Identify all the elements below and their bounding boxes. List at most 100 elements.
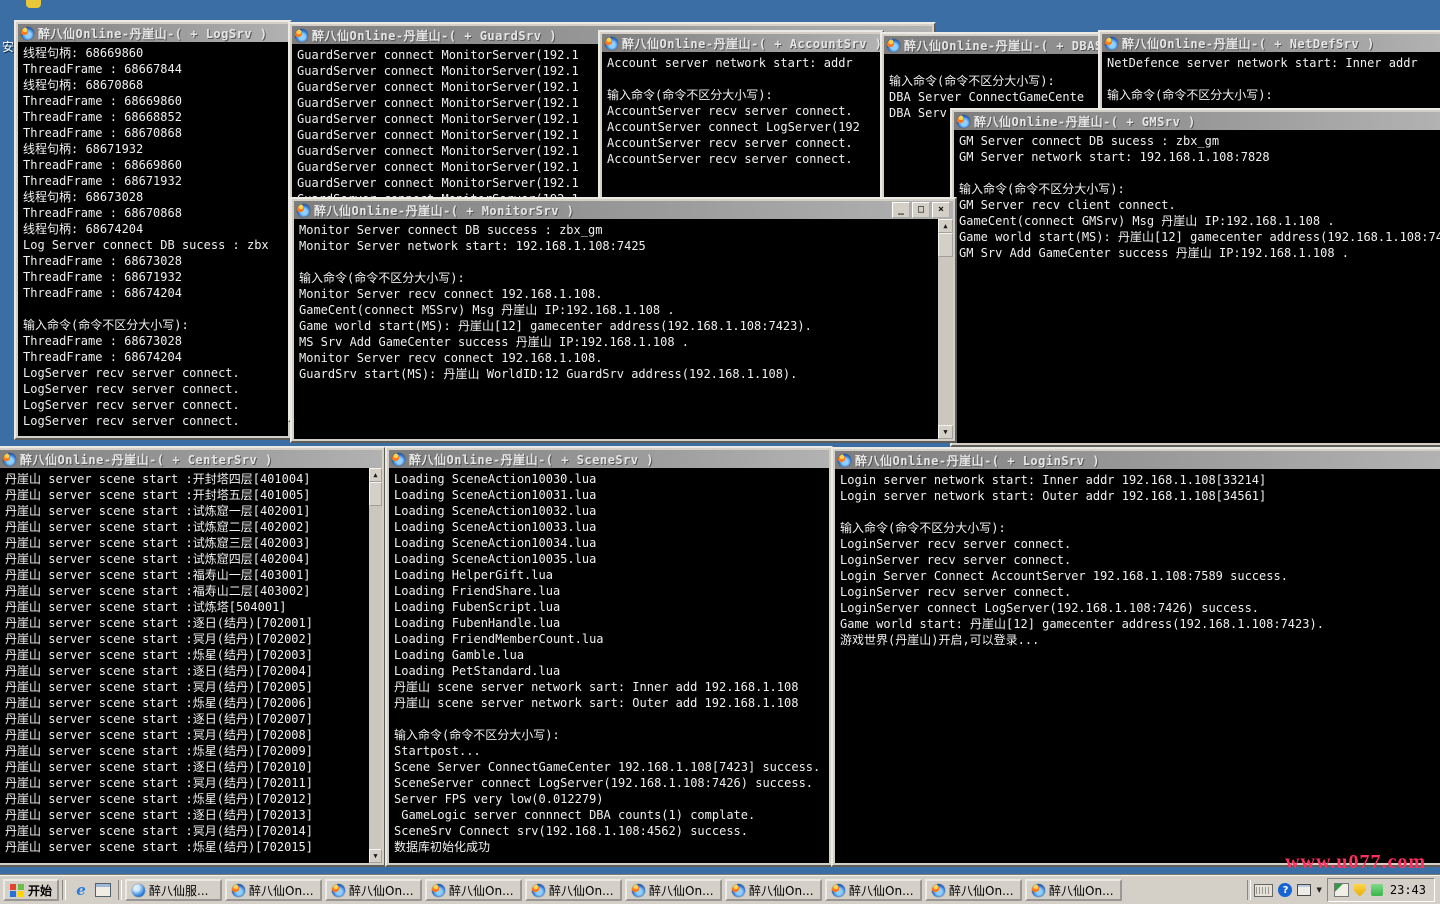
scroll-up-icon[interactable]: ▲	[938, 219, 953, 233]
console-line: ThreadFrame : 68667844	[23, 61, 283, 77]
console-line: Monitor Server recv connect 192.168.1.10…	[299, 286, 933, 302]
taskbar-button-console[interactable]: 醉八仙On...	[525, 879, 622, 901]
window-title: 醉八仙Online-丹崖山-( + MonitorSrv )	[314, 202, 574, 219]
scroll-down-icon[interactable]: ▼	[938, 425, 953, 439]
titlebar-netdefsrv[interactable]: 醉八仙Online-丹崖山-( + NetDefSrv )	[1102, 34, 1440, 52]
taskbar-button-console[interactable]: 醉八仙On...	[425, 879, 522, 901]
console-line: LoginServer recv server connect.	[840, 536, 1437, 552]
console-line: 丹崖山 server scene start :逐日(结丹)[702013]	[5, 807, 362, 823]
desktop-icon-partial[interactable]	[26, 0, 41, 8]
help-icon[interactable]: ?	[1278, 883, 1292, 897]
security-shield-icon[interactable]	[1354, 884, 1366, 897]
taskbar-button-console[interactable]: 醉八仙On...	[725, 879, 822, 901]
window-logsrv[interactable]: 醉八仙Online-丹崖山-( + LogSrv ) 线程句柄: 6866986…	[14, 20, 292, 440]
titlebar-accountsrv[interactable]: 醉八仙Online-丹崖山-( + AccountSrv )	[602, 34, 880, 52]
console-line	[23, 301, 283, 317]
taskbar-button-console[interactable]: 醉八仙On...	[325, 879, 422, 901]
console-line: 数据库初始化成功	[394, 839, 824, 855]
app-flame-globe-icon	[887, 39, 900, 52]
console-line: 丹崖山 server scene start :逐日(结丹)[702004]	[5, 663, 362, 679]
console-line: 丹崖山 server scene start :烁星(结丹)[702015]	[5, 839, 362, 855]
console-line: Login server network start: Inner addr 1…	[840, 472, 1437, 488]
titlebar-scenesrv[interactable]: 醉八仙Online-丹崖山-( + SceneSrv )	[389, 450, 829, 468]
taskbar-button-console[interactable]: 醉八仙On...	[825, 879, 922, 901]
console-centersrv[interactable]: 丹崖山 server scene start :开封塔四层[401004]丹崖山…	[0, 468, 382, 863]
console-line: Loading SceneAction10030.lua	[394, 471, 824, 487]
window-title: 醉八仙Online-丹崖山-( + LoginSrv )	[855, 452, 1100, 469]
titlebar-gmsrv[interactable]: 醉八仙Online-丹崖山-( + GMSrv )	[954, 112, 1440, 130]
chevron-down-icon[interactable]: ▼	[1316, 886, 1321, 894]
window-loginsrv[interactable]: 醉八仙Online-丹崖山-( + LoginSrv ) Login serve…	[831, 447, 1440, 867]
desktop[interactable]: { "desktop": { "icon_label": "安" }, "win…	[0, 0, 1440, 904]
console-monitorsrv[interactable]: Monitor Server connect DB success : zbx_…	[294, 219, 953, 439]
window-title: 醉八仙Online-丹崖山-( + LogSrv )	[38, 25, 268, 42]
console-logsrv[interactable]: 线程句柄: 68669860ThreadFrame : 68667844线程句柄…	[18, 42, 288, 436]
console-loginsrv[interactable]: Login server network start: Inner addr 1…	[835, 469, 1440, 863]
console-line: LoginServer connect LogServer(192.168.1.…	[840, 600, 1437, 616]
app-flame-globe-icon	[392, 453, 405, 466]
console-line: 输入命令(命令不区分大小写):	[23, 317, 283, 333]
app-flame-globe-icon	[838, 454, 851, 467]
window-title: 醉八仙Online-丹崖山-( + GuardSrv )	[312, 27, 557, 44]
scroll-down-icon[interactable]: ▼	[369, 849, 382, 863]
console-line: 丹崖山 server scene start :逐日(结丹)[702010]	[5, 759, 362, 775]
window-scenesrv[interactable]: 醉八仙Online-丹崖山-( + SceneSrv ) Loading Sce…	[385, 446, 833, 867]
window-monitorsrv[interactable]: 醉八仙Online-丹崖山-( + MonitorSrv ) _ □ × Mon…	[290, 197, 957, 443]
window-gmsrv[interactable]: 醉八仙Online-丹崖山-( + GMSrv ) GM Server conn…	[950, 108, 1440, 447]
language-bar-icon[interactable]	[1297, 884, 1311, 896]
scroll-up-icon[interactable]: ▲	[369, 468, 382, 482]
internet-explorer-icon[interactable]: e	[73, 882, 89, 898]
console-line: AccountServer recv server connect.	[607, 103, 875, 119]
app-flame-globe-icon	[1105, 37, 1118, 50]
clock[interactable]: 23:43	[1388, 883, 1426, 897]
console-line: LogServer recv server connect.	[23, 397, 283, 413]
taskbar-button-console[interactable]: 醉八仙On...	[625, 879, 722, 901]
sql-server-icon[interactable]	[1334, 883, 1349, 897]
console-line: GameCent(connect MSSrv) Msg 丹崖山 IP:192.1…	[299, 302, 933, 318]
scrollbar-thumb[interactable]	[938, 233, 953, 257]
console-line: GuardSrv start(MS): 丹崖山 WorldID:12 Guard…	[299, 366, 933, 382]
app-flame-globe-icon	[1032, 884, 1045, 897]
app-flame-globe-icon	[957, 115, 970, 128]
start-label: 开始	[28, 882, 52, 899]
titlebar-loginsrv[interactable]: 醉八仙Online-丹崖山-( + LoginSrv )	[835, 451, 1440, 469]
scrollbar-thumb[interactable]	[369, 482, 382, 506]
maximize-button[interactable]: □	[912, 202, 930, 218]
scrollbar-track[interactable]	[938, 257, 953, 425]
windows-flag-icon	[10, 884, 24, 897]
minimize-button[interactable]: _	[892, 202, 910, 218]
green-status-icon[interactable]	[1371, 884, 1383, 896]
taskbar-separator	[1247, 880, 1251, 900]
console-gmsrv[interactable]: GM Server connect DB sucess : zbx_gmGM S…	[954, 130, 1440, 443]
console-line: 丹崖山 server scene start :冥月(结丹)[702014]	[5, 823, 362, 839]
show-desktop-icon[interactable]	[95, 883, 111, 897]
window-title: 醉八仙Online-丹崖山-( + SceneSrv )	[409, 451, 654, 468]
taskbar-button-server-manager[interactable]: 醉八仙服...	[125, 879, 222, 901]
console-line: 输入命令(命令不区分大小写):	[1107, 87, 1435, 103]
taskbar: 开始 e 醉八仙服... 醉八仙On... 醉八仙On... 醉八仙On... …	[0, 875, 1440, 904]
titlebar-centersrv[interactable]: 醉八仙Online-丹崖山-( + CenterSrv )	[0, 450, 382, 468]
console-line: Loading HelperGift.lua	[394, 567, 824, 583]
console-line: ThreadFrame : 68669860	[23, 93, 283, 109]
console-line: Server FPS very low(0.012279)	[394, 791, 824, 807]
console-line	[607, 71, 875, 87]
start-button[interactable]: 开始	[3, 879, 59, 901]
taskbar-button-console[interactable]: 醉八仙On...	[925, 879, 1022, 901]
titlebar-monitorsrv[interactable]: 醉八仙Online-丹崖山-( + MonitorSrv ) _ □ ×	[294, 201, 953, 219]
console-line: ThreadFrame : 68674204	[23, 285, 283, 301]
console-scenesrv[interactable]: Loading SceneAction10030.lua Loading Scen…	[389, 468, 829, 863]
keyboard-icon[interactable]	[1254, 884, 1273, 897]
console-line: Loading SceneAction10035.lua	[394, 551, 824, 567]
window-centersrv[interactable]: 醉八仙Online-丹崖山-( + CenterSrv ) 丹崖山 server…	[0, 446, 386, 867]
close-button[interactable]: ×	[932, 202, 950, 218]
window-title: 醉八仙Online-丹崖山-( + CenterSrv )	[20, 451, 273, 468]
desktop-icon-label[interactable]: 安	[2, 38, 14, 55]
titlebar-logsrv[interactable]: 醉八仙Online-丹崖山-( + LogSrv )	[18, 24, 288, 42]
console-line: Game world start: 丹崖山[12] gamecenter add…	[840, 616, 1437, 632]
taskbar-button-console[interactable]: 醉八仙On...	[1025, 879, 1122, 901]
scrollbar-track[interactable]	[369, 506, 382, 849]
scrollbar-monitorsrv[interactable]: ▲ ▼	[938, 219, 953, 439]
scrollbar-centersrv[interactable]: ▲ ▼	[369, 468, 382, 863]
taskbar-button-console[interactable]: 醉八仙On...	[225, 879, 322, 901]
console-line: 丹崖山 server scene start :试炼窟四层[402004]	[5, 551, 362, 567]
